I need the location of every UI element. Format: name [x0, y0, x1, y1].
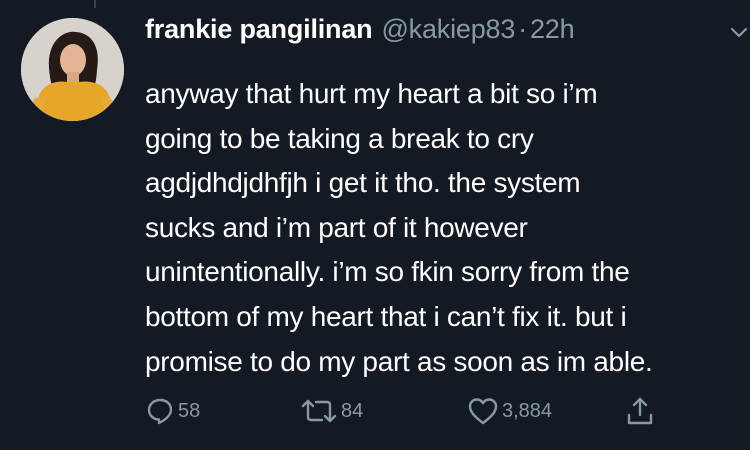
avatar[interactable] [21, 18, 124, 121]
user-handle[interactable]: @kakiep83 [381, 14, 515, 45]
tweet-text-line: bottom of my heart that i can’t fix it. … [145, 300, 627, 332]
display-name[interactable]: frankie pangilinan [145, 14, 373, 45]
like-count: 3,884 [502, 399, 553, 422]
tweet-text-line: anyway that hurt my heart a bit so i’m [145, 78, 598, 109]
tweet-text-line: agdjdhdjdhfjh i get it tho. the system [145, 167, 581, 199]
tweet-text-line: unintentionally. i’m so fkin sorry from … [145, 256, 630, 288]
tweet-header: frankie pangilinan @kakiep83 · 22h [145, 14, 575, 54]
like-icon [468, 398, 498, 425]
tweet-text: anyway that hurt my heart a bit so i’m g… [145, 72, 740, 384]
tweet-text-line: promise to do my part as soon as im able… [145, 345, 653, 377]
reply-button[interactable]: 58 [145, 394, 200, 428]
tweet-actions: 58 84 3,884 [145, 394, 705, 428]
like-button[interactable]: 3,884 [467, 394, 552, 428]
reply-count: 58 [178, 399, 201, 422]
share-icon [627, 397, 653, 425]
chevron-down-icon[interactable] [729, 22, 749, 42]
share-button[interactable] [625, 394, 655, 428]
retweet-button[interactable]: 84 [300, 394, 363, 428]
tweet-timestamp[interactable]: 22h [530, 14, 575, 45]
reply-icon [147, 398, 173, 425]
retweet-count: 84 [341, 399, 364, 422]
retweet-icon [301, 399, 337, 423]
tweet[interactable]: frankie pangilinan @kakiep83 · 22h anywa… [0, 0, 750, 450]
thread-line [94, 0, 96, 8]
tweet-text-line: sucks and i’m part of it however [145, 211, 528, 243]
separator-dot: · [518, 14, 527, 44]
tweet-text-line: going to be taking a break to cry [145, 122, 534, 154]
avatar-image [21, 18, 124, 121]
